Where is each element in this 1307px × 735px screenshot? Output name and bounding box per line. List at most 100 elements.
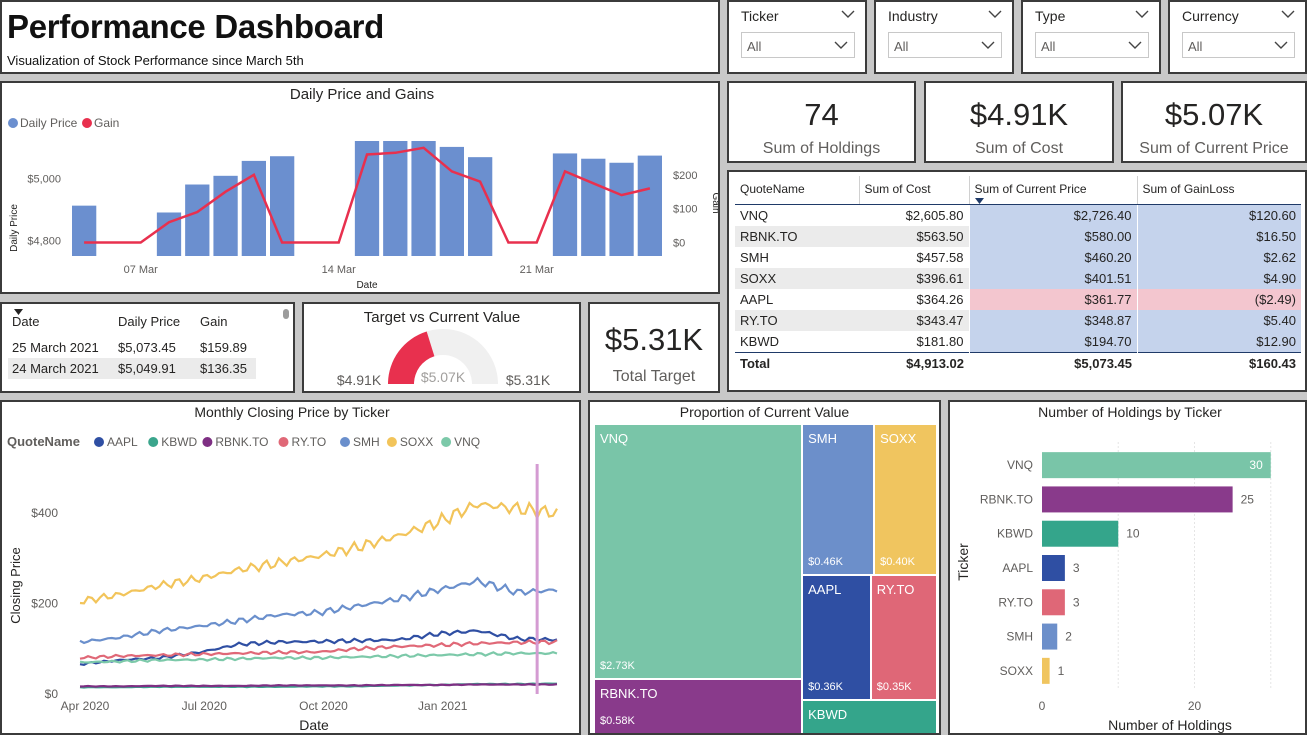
treemap-tile-vnq[interactable]: VNQ $2.73K xyxy=(595,425,802,678)
column-header[interactable]: Sum of Current Price xyxy=(968,176,1137,205)
treemap-tile-ry-to[interactable]: RY.TO $0.35K xyxy=(871,576,936,699)
table-row[interactable]: VNQ $2,605.80 $2,726.40 $120.60 xyxy=(735,204,1301,226)
cost-cell: $2,605.80 xyxy=(905,208,964,223)
chart-title: Number of Holdings by Ticker xyxy=(1038,404,1222,420)
kpi-value: $5.31K xyxy=(604,322,704,357)
treemap-tile-rbnk-to[interactable]: RBNK.TO $0.58K xyxy=(595,680,802,733)
bar-24-mar xyxy=(609,162,634,256)
slicer-dropdown[interactable]: All xyxy=(1182,32,1295,58)
x-tick-label: 21 Mar xyxy=(520,264,555,276)
slicer-dropdown[interactable]: All xyxy=(1035,32,1149,58)
gainloss-cell: $2.62 xyxy=(1136,247,1301,268)
slicer-ticker[interactable]: Ticker All xyxy=(727,0,867,74)
bar-23-mar xyxy=(581,158,606,256)
gainloss-cell: $4.90 xyxy=(1136,268,1301,289)
treemap-tile-label: RBNK.TO xyxy=(600,686,658,701)
data-label: 30 xyxy=(1249,458,1263,472)
cost-cell: $364.26 xyxy=(916,292,964,307)
treemap-tile-label: SOXX xyxy=(880,431,917,446)
slicer-value: All xyxy=(747,39,762,54)
legend-label: VNQ xyxy=(454,435,480,449)
chevron-down-icon[interactable] xyxy=(1135,8,1149,20)
legend-marker-rbnk-to xyxy=(202,437,213,447)
cost-cell: $563.50 xyxy=(859,226,969,247)
x-tick-label: 07 Mar xyxy=(124,264,159,276)
quote-name-cell: RBNK.TO xyxy=(735,226,859,247)
y-tick-label: RY.TO xyxy=(998,595,1033,609)
page-title: Performance Dashboard xyxy=(7,8,384,45)
quote-name-cell: SOXX xyxy=(735,268,859,289)
slicer-type[interactable]: Type All xyxy=(1021,0,1161,74)
y-tick-label: $400 xyxy=(31,506,58,520)
treemap-tile-aapl[interactable]: AAPL $0.36K xyxy=(803,576,870,699)
chevron-down-icon[interactable] xyxy=(1281,8,1295,20)
treemap-tile-label: SMH xyxy=(808,431,837,446)
chevron-down-icon xyxy=(834,41,848,49)
data-label: 3 xyxy=(1073,595,1080,609)
treemap: VNQ $2.73K RBNK.TO $0.58K SMH $0.46K SOXX $0.40… xyxy=(595,425,938,733)
column-header[interactable]: QuoteName xyxy=(735,176,859,205)
chevron-down-icon[interactable] xyxy=(841,8,855,20)
x-axis-ticks: Apr 2020 Jul 2020 Oct 2020 Jan 2021 xyxy=(61,699,468,713)
gainloss-cell: $12.90 xyxy=(1136,331,1301,353)
monthly-closing-price-chart: Monthly Closing Price by Ticker QuoteNam… xyxy=(0,400,581,735)
column-header[interactable]: Sum of GainLoss xyxy=(1136,176,1301,205)
slicer-label: Currency xyxy=(1182,8,1239,24)
table-row[interactable]: SMH $457.58 $460.20 $2.62 xyxy=(735,247,1301,268)
y-tick-label: VNQ xyxy=(1007,458,1033,472)
gridlines: 0 20 xyxy=(1039,442,1272,713)
combo-chart-svg: Daily Price and Gains Daily Price Gain D… xyxy=(8,86,718,291)
x-tick-label: 0 xyxy=(1039,699,1046,713)
slicer-currency[interactable]: Currency All xyxy=(1168,0,1307,74)
legend-label: Daily Price xyxy=(20,116,78,130)
current-price-cell: $2,726.40 xyxy=(968,204,1137,226)
legend-marker-vnq xyxy=(441,437,452,447)
table-row[interactable]: AAPL $364.26 $361.77 ($2.49) xyxy=(735,289,1301,310)
x-tick-label: Jan 2021 xyxy=(418,699,468,713)
kpi-label: Total Target xyxy=(612,368,696,385)
table-row[interactable]: SOXX $396.61 $401.51 $4.90 xyxy=(735,268,1301,289)
table-row[interactable]: KBWD $181.80 $194.70 $12.90 xyxy=(735,331,1301,353)
slicer-dropdown[interactable]: All xyxy=(888,32,1002,58)
column-header[interactable]: Date xyxy=(8,309,114,337)
cost-cell: $343.47 xyxy=(859,310,969,331)
total-row: Total $4,913.02 $5,073.45 $160.43 xyxy=(735,352,1301,374)
treemap-tile-value: $0.58K xyxy=(600,715,635,727)
kpi-label: Sum of Holdings xyxy=(762,140,881,157)
y-tick-label: $0 xyxy=(45,687,59,701)
kpi-value: $5.07K xyxy=(1164,97,1264,132)
y-axis-ticks: $4,800 $5,000 xyxy=(27,173,61,247)
treemap-tile-smh[interactable]: SMH $0.46K xyxy=(803,425,874,575)
table-row[interactable]: 24 March 2021 $5,049.91 $136.35 xyxy=(8,358,256,379)
slicer-label: Type xyxy=(1035,8,1066,24)
chart-title: Proportion of Current Value xyxy=(679,404,850,420)
slicer-industry[interactable]: Industry All xyxy=(874,0,1014,74)
treemap-tile-value: $0.40K xyxy=(880,556,916,569)
legend-marker-gain xyxy=(82,118,92,128)
gauge-value-label: $5.07K xyxy=(421,369,466,385)
slicer-dropdown[interactable]: All xyxy=(741,32,855,58)
table-row[interactable]: 25 March 2021 $5,073.45 $159.89 xyxy=(8,337,256,358)
column-header[interactable]: Sum of Cost xyxy=(858,176,969,205)
gauge-min-label: $4.91K xyxy=(337,372,382,388)
table-row[interactable]: RBNK.TO $563.50 $580.00 $16.50 xyxy=(735,226,1301,247)
scrollbar-thumb[interactable] xyxy=(283,309,289,319)
x-axis-label: Date xyxy=(299,717,329,733)
y2-axis-ticks: $0 $100 $200 xyxy=(673,170,697,250)
y-tick-label: SOXX xyxy=(1000,664,1033,678)
gauge-max-label: $5.31K xyxy=(506,372,551,388)
treemap-tile-kbwd[interactable]: KBWD xyxy=(803,700,936,733)
table-row[interactable]: RY.TO $343.47 $348.87 $5.40 xyxy=(735,310,1301,331)
current-price-cell: $460.20 xyxy=(968,247,1137,268)
slicer-value: All xyxy=(894,39,909,54)
chevron-down-icon[interactable] xyxy=(988,8,1002,20)
x-tick-label: Jul 2020 xyxy=(182,699,228,713)
y2-tick-label: $0 xyxy=(673,237,685,249)
treemap-tile-soxx[interactable]: SOXX $0.40K xyxy=(875,425,936,575)
kpi-label: Sum of Cost xyxy=(974,140,1064,157)
total-cost: $4,913.02 xyxy=(859,352,969,374)
legend-marker-kbwd xyxy=(148,437,159,447)
column-header[interactable]: Gain xyxy=(196,310,256,337)
legend-label: SOXX xyxy=(400,435,433,449)
column-header[interactable]: Daily Price xyxy=(114,310,196,337)
